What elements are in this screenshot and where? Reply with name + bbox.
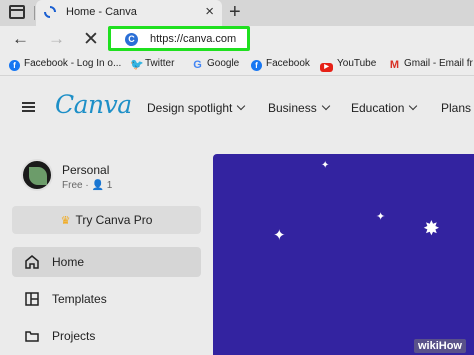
bookmark-facebook[interactable]: f Facebook xyxy=(251,58,310,71)
address-bar[interactable]: C https://canva.com xyxy=(108,26,250,51)
templates-icon xyxy=(25,292,39,306)
bookmark-label: Facebook xyxy=(266,58,310,69)
google-icon: G xyxy=(193,59,202,71)
chevron-down-icon xyxy=(321,101,330,111)
bookmark-google[interactable]: G Google xyxy=(192,58,239,71)
bookmark-label: Google xyxy=(207,58,240,69)
monstera-leaf-icon xyxy=(29,167,47,185)
back-button[interactable]: ← xyxy=(12,29,29,49)
youtube-icon: ▶ xyxy=(320,63,333,72)
sidebar-item-label: Home xyxy=(52,255,85,269)
folder-icon xyxy=(25,331,39,342)
account-meta: Free · 👤 1 xyxy=(62,180,113,191)
bookmark-gmail[interactable]: M Gmail - Email fr xyxy=(389,58,473,71)
browser-tab-active[interactable]: Home - Canva × xyxy=(36,0,222,26)
menu-icon[interactable] xyxy=(22,102,35,112)
sidebar-item-label: Templates xyxy=(52,292,107,306)
topnav-label: Plans a xyxy=(441,101,474,115)
sidebar-item-label: Projects xyxy=(52,329,96,343)
tab-actions-icon[interactable] xyxy=(9,5,25,19)
canva-logo[interactable]: Canva xyxy=(55,90,132,119)
forward-button[interactable]: → xyxy=(48,29,65,49)
facebook-icon: f xyxy=(9,60,20,71)
sidebar-item-projects[interactable]: Projects xyxy=(12,321,201,351)
topnav-business[interactable]: Business xyxy=(268,101,330,115)
topnav-plans[interactable]: Plans a xyxy=(441,101,474,115)
bookmark-facebook-login[interactable]: f Facebook - Log In o... xyxy=(9,58,121,71)
topnav-label: Design spotlight xyxy=(147,101,233,115)
chevron-down-icon xyxy=(409,101,418,111)
try-pro-label: Try Canva Pro xyxy=(75,213,153,227)
tab-title: Home - Canva xyxy=(66,6,137,18)
topnav-label: Education xyxy=(351,101,405,115)
topnav-label: Business xyxy=(268,101,317,115)
new-tab-button[interactable]: + xyxy=(229,1,241,23)
tab-strip: Home - Canva × + xyxy=(0,0,474,26)
stop-loading-button[interactable]: ✕ xyxy=(83,28,99,51)
edge-browser-icon: C xyxy=(125,33,138,46)
bookmark-label: YouTube xyxy=(337,58,377,69)
bookmark-label: Twitter xyxy=(145,58,175,69)
navigation-bar: ← → ✕ C https://canva.com xyxy=(0,26,474,54)
crown-icon: ♛ xyxy=(60,215,71,227)
topnav-education[interactable]: Education xyxy=(351,101,418,115)
address-url[interactable]: https://canva.com xyxy=(150,33,236,45)
bookmark-label: Facebook - Log In o... xyxy=(24,58,122,69)
sparkle-icon: ✦ xyxy=(273,227,286,244)
chevron-down-icon xyxy=(237,101,246,111)
bookmark-twitter[interactable]: 🐦Twitter xyxy=(130,58,174,71)
sparkle-icon: ✦ xyxy=(321,160,330,171)
topnav-design-spotlight[interactable]: Design spotlight xyxy=(147,101,246,115)
wikihow-watermark: wikiHow xyxy=(413,339,466,353)
tab-divider xyxy=(34,6,35,20)
try-canva-pro-button[interactable]: ♛ Try Canva Pro xyxy=(12,206,201,234)
sparkle-icon: ✦ xyxy=(376,211,386,223)
bookmark-label: Gmail - Email fr xyxy=(404,58,473,69)
sidebar-item-home[interactable]: Home xyxy=(12,247,201,277)
bookmark-youtube[interactable]: ▶ YouTube xyxy=(320,58,376,72)
account-plan: Free xyxy=(62,180,83,191)
sparkle-icon: ✸ xyxy=(423,218,440,240)
avatar[interactable] xyxy=(21,159,53,191)
tab-close-icon[interactable]: × xyxy=(205,3,214,21)
gmail-icon: M xyxy=(389,59,400,71)
account-name[interactable]: Personal xyxy=(62,163,109,177)
home-icon xyxy=(25,255,39,269)
bookmarks-bar: f Facebook - Log In o... 🐦Twitter G Google… xyxy=(0,54,474,76)
twitter-icon: 🐦 xyxy=(130,59,144,71)
facebook-icon: f xyxy=(251,60,262,71)
member-count: 1 xyxy=(106,180,113,191)
loading-spinner-icon xyxy=(44,6,56,18)
canva-page: Canva Design spotlight Business Educatio… xyxy=(0,77,474,355)
sidebar-item-templates[interactable]: Templates xyxy=(12,284,201,314)
hero-banner[interactable]: ✦ ✦ ✸ ✦ xyxy=(213,154,474,355)
people-icon: 👤 xyxy=(91,180,104,191)
